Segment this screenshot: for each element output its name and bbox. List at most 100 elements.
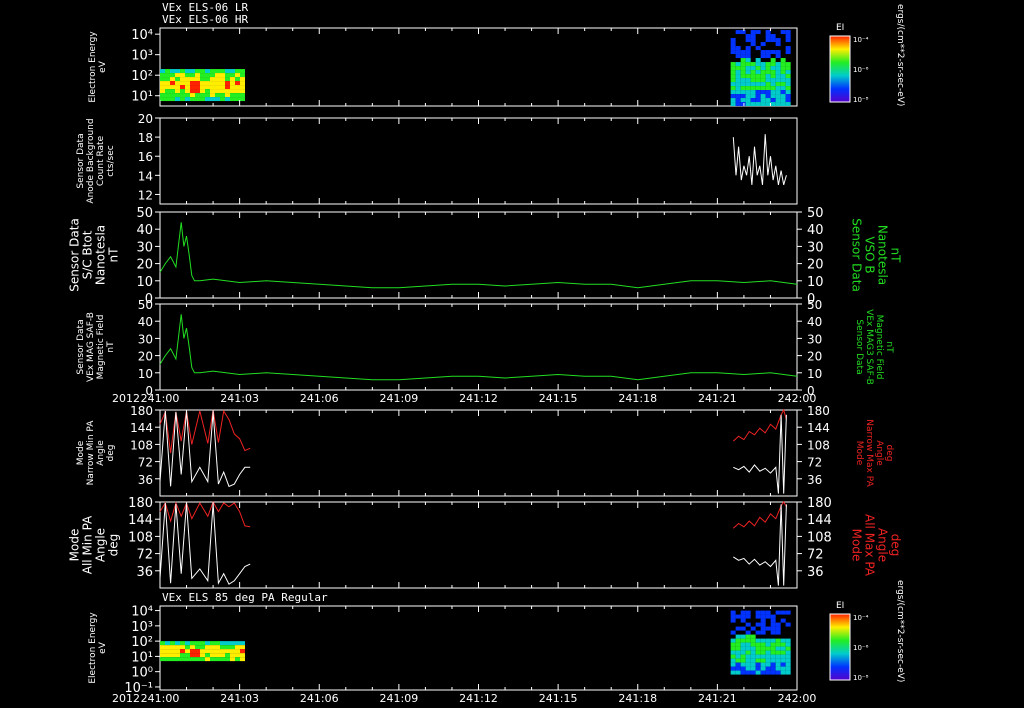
heatmap-cell [785, 94, 791, 99]
heatmap-cell [735, 94, 741, 99]
heatmap-cell [765, 650, 771, 655]
heatmap-cell [775, 102, 781, 107]
heatmap-cell [755, 46, 761, 51]
heatmap-cell [235, 93, 240, 98]
heatmap-cell [215, 77, 220, 82]
colorbar-unit: ergs/(cm**2-sr-sec-eV) [895, 4, 905, 106]
y-tick-label: 144 [128, 513, 153, 528]
heatmap-cell [185, 89, 190, 94]
y-axis-label: Angle [874, 440, 884, 466]
heatmap-cell [740, 30, 746, 35]
heatmap-cell [770, 638, 776, 643]
y-axis-label: Mode [68, 529, 82, 562]
y-axis-label: deg [889, 534, 903, 557]
heatmap-cell [220, 641, 225, 646]
heatmap-cell [230, 641, 235, 646]
heatmap-cell [730, 42, 736, 47]
heatmap-cell [740, 658, 746, 663]
heatmap-cell [765, 654, 771, 659]
heatmap-cell [200, 89, 205, 94]
heatmap-cell [735, 82, 741, 87]
heatmap-cell [235, 89, 240, 94]
heatmap-cell [765, 98, 771, 103]
heatmap-cell [240, 641, 245, 646]
bottom-panel-title: VEx ELS 85 deg PA Regular [162, 591, 328, 604]
heatmap-cell [215, 645, 220, 650]
heatmap-cell [160, 89, 165, 94]
y-tick-label: 10 [138, 367, 153, 381]
heatmap-cell [740, 654, 746, 659]
heatmap-cell [190, 93, 195, 98]
heatmap-cell [745, 622, 751, 627]
heatmap-cell [755, 102, 761, 107]
heatmap-cell [755, 646, 761, 651]
heatmap-cell [780, 666, 786, 671]
heatmap-cell [200, 649, 205, 654]
heatmap-cell [760, 70, 766, 75]
heatmap-cell [175, 85, 180, 90]
heatmap-cell [240, 73, 245, 78]
heatmap-cell [755, 86, 761, 91]
heatmap-cell [785, 670, 791, 675]
heatmap-cell [785, 646, 791, 651]
heatmap-cell [180, 69, 185, 74]
heatmap-cell [165, 641, 170, 646]
heatmap-cell [765, 666, 771, 671]
y-axis-label: VEx MAG3 SAF-B [864, 309, 874, 385]
heatmap-cell [225, 77, 230, 82]
heatmap-cell [770, 34, 776, 39]
heatmap-cell [760, 78, 766, 83]
heatmap-cell [755, 658, 761, 663]
colorbar-label: EI [836, 601, 844, 611]
heatmap-cell [785, 638, 791, 643]
heatmap-cell [745, 58, 751, 63]
heatmap-cell [180, 85, 185, 90]
heatmap-cell [755, 90, 761, 95]
heatmap-cell [165, 85, 170, 90]
heatmap-cell [760, 642, 766, 647]
heatmap-cell [170, 85, 175, 90]
heatmap-cell [205, 653, 210, 658]
heatmap-cell [205, 93, 210, 98]
heatmap-cell [240, 85, 245, 90]
y-tick-label: 10⁴ [131, 28, 153, 43]
y-tick-label: 36 [138, 473, 153, 487]
heatmap-cell [180, 81, 185, 86]
heatmap-cell [785, 102, 791, 107]
heatmap-cell [750, 74, 756, 79]
heatmap-cell [730, 62, 736, 67]
heatmap-cell [230, 89, 235, 94]
heatmap-cell [745, 610, 751, 615]
heatmap-cell [785, 74, 791, 79]
heatmap-cell [770, 670, 776, 675]
heatmap-cell [745, 66, 751, 71]
heatmap-cell [760, 610, 766, 615]
heatmap-cell [730, 78, 736, 83]
heatmap-cell [735, 62, 741, 67]
heatmap-cell [765, 94, 771, 99]
heatmap-cell [740, 74, 746, 79]
heatmap-cell [195, 85, 200, 90]
heatmap-cell [740, 614, 746, 619]
x-tick-label: 241:12 [459, 692, 498, 705]
heatmap-cell [755, 614, 761, 619]
heatmap-cell [175, 89, 180, 94]
heatmap-cell [170, 641, 175, 646]
y-axis-label: Sensor Data [854, 319, 864, 374]
y-tick-label-right: 144 [807, 513, 832, 528]
heatmap-cell [160, 645, 165, 650]
heatmap-cell [195, 89, 200, 94]
colorbar-tick: 10⁻⁶ [853, 644, 869, 652]
series-line [159, 502, 251, 585]
heatmap-cell [225, 641, 230, 646]
heatmap-cell [770, 646, 776, 651]
heatmap-cell [740, 102, 746, 107]
heatmap-cell [760, 62, 766, 67]
heatmap-cell [240, 649, 245, 654]
heatmap-cell [750, 670, 756, 675]
heatmap-cell [210, 73, 215, 78]
heatmap-cell [765, 638, 771, 643]
heatmap-cell [210, 641, 215, 646]
heatmap-cell [170, 77, 175, 82]
y-tick-label: 50 [136, 206, 153, 221]
